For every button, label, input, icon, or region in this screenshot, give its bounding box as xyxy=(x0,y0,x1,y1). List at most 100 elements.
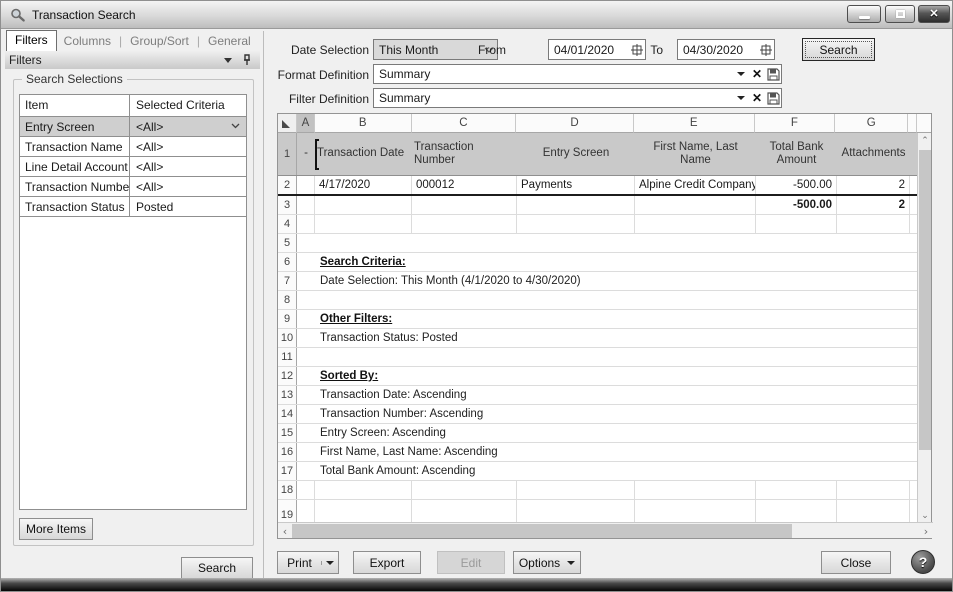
dropdown-chevron-icon[interactable] xyxy=(231,121,240,130)
row-number[interactable]: 15 xyxy=(278,424,297,442)
grid-empty-row[interactable]: 5 xyxy=(278,234,919,253)
clear-icon[interactable]: ✕ xyxy=(749,89,765,107)
help-button[interactable]: ? xyxy=(911,550,935,574)
other-filters-heading[interactable]: Other Filters: xyxy=(315,310,919,328)
row-number[interactable]: 9 xyxy=(278,310,297,328)
row-number[interactable]: 5 xyxy=(278,234,297,252)
criteria-row-line-detail-account[interactable]: Line Detail Account <All> xyxy=(20,157,246,177)
grid-report-row[interactable]: 13 Transaction Date: Ascending xyxy=(278,386,919,405)
to-date-input[interactable]: 04/30/2020 xyxy=(677,39,775,60)
column-header-d[interactable]: D xyxy=(516,114,634,133)
cell-entry-screen[interactable]: Payments xyxy=(517,176,635,194)
sort-line[interactable]: Transaction Number: Ascending xyxy=(315,405,919,423)
grid-totals-row[interactable]: 3 -500.00 2 xyxy=(278,196,919,215)
grid-report-row[interactable]: 17 Total Bank Amount: Ascending xyxy=(278,462,919,481)
title-bar[interactable]: Transaction Search ✕ xyxy=(1,1,952,29)
collapse-chevron-icon[interactable] xyxy=(224,58,232,63)
column-header-e[interactable]: E xyxy=(634,114,755,133)
pin-icon[interactable] xyxy=(242,54,252,66)
sort-line[interactable]: Entry Screen: Ascending xyxy=(315,424,919,442)
header-attachments[interactable]: Attachments xyxy=(837,133,910,175)
row-number[interactable]: 3 xyxy=(278,196,297,214)
save-icon[interactable] xyxy=(765,65,781,83)
horizontal-scroll-thumb[interactable] xyxy=(292,524,792,538)
sort-line[interactable]: Transaction Date: Ascending xyxy=(315,386,919,404)
row-number[interactable]: 11 xyxy=(278,348,297,366)
chevron-down-icon[interactable] xyxy=(733,89,749,107)
grid-empty-row[interactable]: 11 xyxy=(278,348,919,367)
close-window-button[interactable]: ✕ xyxy=(918,5,950,23)
scroll-up-icon[interactable]: ⌃ xyxy=(918,133,932,149)
restore-button[interactable] xyxy=(885,5,915,23)
more-items-button[interactable]: More Items xyxy=(19,518,93,540)
header-first-last-name[interactable]: First Name, Last Name xyxy=(635,133,756,175)
grid-report-row[interactable]: 16 First Name, Last Name: Ascending xyxy=(278,443,919,462)
print-label[interactable]: Print xyxy=(278,556,321,570)
tab-group-sort[interactable]: Group/Sort xyxy=(123,32,196,51)
total-bank-amount-sum[interactable]: -500.00 xyxy=(756,196,837,214)
header-total-bank-amount[interactable]: Total Bank Amount xyxy=(756,133,837,175)
row-number[interactable]: 6 xyxy=(278,253,297,271)
row-number[interactable]: 7 xyxy=(278,272,297,290)
scroll-left-icon[interactable]: ‹ xyxy=(278,523,292,539)
row-number[interactable]: 16 xyxy=(278,443,297,461)
grid-empty-row[interactable]: 18 xyxy=(278,481,919,500)
collapse-cell[interactable]: - xyxy=(297,133,315,175)
criteria-row-transaction-status[interactable]: Transaction Status Posted xyxy=(20,197,246,217)
column-header-f[interactable]: F xyxy=(755,114,836,133)
header-transaction-date[interactable]: Transaction Date xyxy=(315,133,412,175)
horizontal-scrollbar[interactable]: ‹ › xyxy=(278,522,933,538)
scroll-right-icon[interactable]: › xyxy=(919,523,933,539)
row-number[interactable]: 4 xyxy=(278,215,297,233)
from-date-input[interactable]: 04/01/2020 xyxy=(548,39,646,60)
cell-attachments[interactable]: 2 xyxy=(837,176,910,194)
chevron-down-icon[interactable] xyxy=(733,65,749,83)
header-entry-screen[interactable]: Entry Screen xyxy=(517,133,635,175)
column-header-c[interactable]: C xyxy=(412,114,517,133)
format-definition-select[interactable]: Summary ✕ xyxy=(373,64,782,84)
vertical-scroll-thumb[interactable] xyxy=(919,150,931,450)
row-number[interactable]: 2 xyxy=(278,176,297,194)
date-selection-line[interactable]: Date Selection: This Month (4/1/2020 to … xyxy=(315,272,919,290)
grid-data-row[interactable]: 2 4/17/2020 000012 Payments Alpine Credi… xyxy=(278,176,919,196)
grid-report-row[interactable]: 6 Search Criteria: xyxy=(278,253,919,272)
attachments-sum[interactable]: 2 xyxy=(837,196,910,214)
sort-line[interactable]: First Name, Last Name: Ascending xyxy=(315,443,919,461)
grid-report-row[interactable]: 7 Date Selection: This Month (4/1/2020 t… xyxy=(278,272,919,291)
cell-transaction-number[interactable]: 000012 xyxy=(412,176,517,194)
vertical-scrollbar[interactable]: ⌃ ⌄ xyxy=(917,133,931,524)
column-header-b[interactable]: B xyxy=(315,114,412,133)
calendar-icon[interactable] xyxy=(758,40,774,59)
grid-report-row[interactable]: 10 Transaction Status: Posted xyxy=(278,329,919,348)
grid-report-row[interactable]: 14 Transaction Number: Ascending xyxy=(278,405,919,424)
row-number[interactable]: 10 xyxy=(278,329,297,347)
criteria-row-transaction-number[interactable]: Transaction Number <All> xyxy=(20,177,246,197)
sort-line[interactable]: Total Bank Amount: Ascending xyxy=(315,462,919,480)
grid-report-row[interactable]: 12 Sorted By: xyxy=(278,367,919,386)
cell-first-last-name[interactable]: Alpine Credit Company xyxy=(635,176,756,194)
column-header-a[interactable]: A xyxy=(297,114,315,133)
tab-general[interactable]: General xyxy=(201,32,258,51)
tab-filters[interactable]: Filters xyxy=(6,30,57,51)
print-button[interactable]: Print xyxy=(277,551,339,574)
clear-icon[interactable]: ✕ xyxy=(749,65,765,83)
options-button[interactable]: Options xyxy=(513,551,581,574)
row-number[interactable]: 19 xyxy=(278,500,297,524)
grid-header-row[interactable]: 1 - Transaction Date Transaction Number … xyxy=(278,133,919,176)
grid-report-row[interactable]: 9 Other Filters: xyxy=(278,310,919,329)
search-button[interactable]: Search xyxy=(802,38,875,61)
grid-empty-row[interactable]: 19 xyxy=(278,500,919,524)
save-icon[interactable] xyxy=(765,89,781,107)
transaction-status-line[interactable]: Transaction Status: Posted xyxy=(315,329,919,347)
export-button[interactable]: Export xyxy=(353,551,421,574)
row-number[interactable]: 1 xyxy=(278,133,297,175)
header-transaction-number[interactable]: Transaction Number xyxy=(412,133,517,175)
criteria-row-entry-screen[interactable]: Entry Screen <All> xyxy=(20,117,246,137)
panel-search-button[interactable]: Search xyxy=(181,557,253,579)
criteria-row-transaction-name[interactable]: Transaction Name <All> xyxy=(20,137,246,157)
filter-definition-select[interactable]: Summary ✕ xyxy=(373,88,782,108)
close-button[interactable]: Close xyxy=(821,551,891,574)
cell-transaction-date[interactable]: 4/17/2020 xyxy=(315,176,412,194)
column-header-g[interactable]: G xyxy=(835,114,908,133)
row-number[interactable]: 13 xyxy=(278,386,297,404)
